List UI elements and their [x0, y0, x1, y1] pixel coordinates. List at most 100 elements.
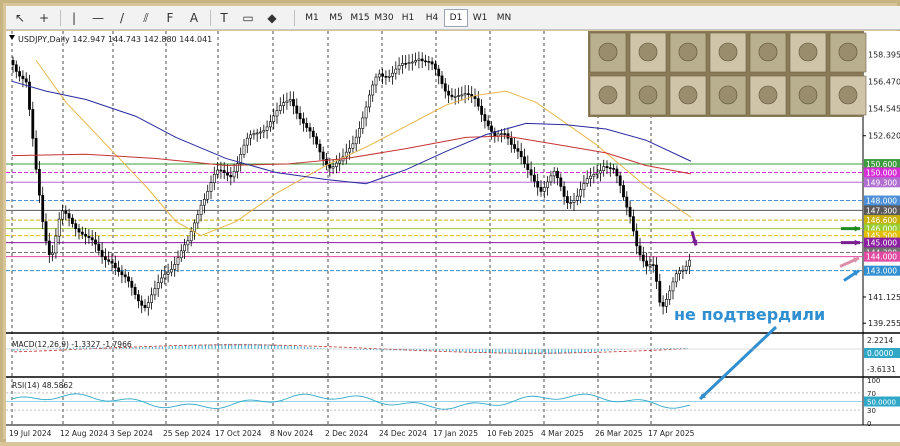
timeframe-h1-button[interactable]: H1 [396, 9, 420, 27]
date-axis-label: 10 Feb 2025 [487, 429, 534, 438]
chart-canvas[interactable]: 150.600150.000149.300148.000147.300146.6… [6, 31, 900, 442]
candle-body [664, 299, 668, 307]
candle-body [245, 137, 249, 146]
candle-body [483, 114, 487, 122]
macd-label: MACD(12,26,9) -1.3327 -1.7966 [12, 340, 132, 349]
candle-body [460, 94, 464, 97]
candle-body [298, 113, 302, 120]
shapes-menu-icon[interactable]: ◆ [262, 9, 282, 27]
timeframe-mn-button[interactable]: MN [492, 9, 516, 27]
candle-body [24, 78, 28, 83]
candle-body [410, 61, 414, 64]
price-axis-label: 154.545 [868, 105, 900, 114]
candle-body [678, 270, 682, 275]
date-axis-label: 19 Jul 2024 [9, 429, 52, 438]
banknote-portrait [718, 85, 738, 105]
trendline-icon[interactable]: / [112, 9, 132, 27]
candle-body [655, 264, 658, 282]
crosshair-icon[interactable]: + [34, 9, 54, 27]
candle-body [84, 233, 88, 237]
candle-body [275, 110, 279, 117]
vertical-line-icon[interactable]: | [64, 9, 84, 27]
candle-body [661, 301, 665, 307]
candle-body [499, 133, 503, 135]
candle-body [367, 94, 371, 108]
timeframe-m15-button[interactable]: M15 [348, 9, 372, 27]
candle-body [308, 127, 312, 132]
horizontal-line-icon[interactable]: — [88, 9, 108, 27]
candle-body [486, 120, 490, 127]
candle-body [209, 182, 213, 192]
candle-body [189, 230, 193, 242]
rsi-scale-label: 0 [867, 420, 871, 428]
banknote-portrait [758, 42, 778, 62]
candle-body [575, 195, 579, 201]
candle-body [305, 122, 309, 128]
candle-body [447, 90, 451, 96]
candle-body [417, 58, 421, 61]
candle-body [625, 196, 629, 208]
candle-body [176, 257, 180, 265]
candle-body [61, 210, 64, 220]
candle-body [14, 64, 18, 72]
candle-body [536, 181, 540, 188]
candle-body [183, 244, 187, 252]
candle-body [199, 204, 203, 215]
candle-body [47, 240, 51, 255]
candle-body [539, 186, 543, 192]
candle-body [321, 151, 325, 160]
date-axis-label: 4 Mar 2025 [541, 429, 584, 438]
candle-body [123, 274, 127, 278]
timeframe-m30-button[interactable]: M30 [372, 9, 396, 27]
equidistant-channel-icon[interactable]: ⫽ [136, 9, 156, 27]
candle-body [179, 250, 183, 259]
chart-area[interactable]: 150.600 150.000 149.300 148.000 147.300 146.6… [6, 31, 900, 442]
timeframe-d1-button[interactable]: D1 [444, 9, 468, 27]
candle-body [21, 75, 25, 80]
toolbar-separator [294, 10, 295, 26]
price-level-label: 148.000 [866, 197, 897, 206]
candle-body [97, 243, 101, 251]
candle-body [37, 169, 41, 196]
candle-body [628, 206, 632, 217]
candle-body [100, 250, 104, 257]
candle-body [216, 169, 220, 175]
candle-body [671, 281, 675, 292]
candle-body [674, 273, 678, 283]
candle-body [605, 166, 609, 169]
banknote-portrait [718, 42, 738, 62]
candle-body [77, 228, 81, 233]
candle-body [595, 172, 599, 175]
candle-body [453, 96, 457, 98]
banknote-portrait [798, 85, 818, 105]
text-label-icon[interactable]: T [214, 9, 234, 27]
candle-body [565, 196, 569, 204]
banknote-portrait [758, 85, 778, 105]
candle-body [404, 63, 408, 65]
candle-body [348, 148, 352, 153]
fibonacci-icon[interactable]: F [160, 9, 180, 27]
candle-body [74, 223, 78, 229]
timeframe-m5-button[interactable]: M5 [324, 9, 348, 27]
text-icon[interactable]: A [184, 9, 204, 27]
candle-body [143, 305, 147, 308]
price-axis-label: 152.620 [868, 132, 900, 141]
candle-body [104, 256, 107, 260]
candle-body [311, 130, 315, 138]
candle-body [44, 221, 48, 242]
candle-body [156, 282, 160, 289]
cursor-icon[interactable]: ↖ [10, 9, 30, 27]
timeframe-h4-button[interactable]: H4 [420, 9, 444, 27]
candle-body [57, 218, 61, 237]
candle-body [381, 73, 385, 77]
timeframe-w1-button[interactable]: W1 [468, 9, 492, 27]
candle-body [133, 287, 137, 295]
candle-body [265, 126, 269, 131]
date-axis-label: 24 Dec 2024 [379, 429, 427, 438]
candle-body [503, 133, 507, 135]
rectangle-icon[interactable]: ▭ [238, 9, 258, 27]
candle-body [54, 235, 58, 254]
candle-body [219, 169, 223, 172]
timeframe-m1-button[interactable]: M1 [300, 9, 324, 27]
candle-body [285, 100, 289, 103]
